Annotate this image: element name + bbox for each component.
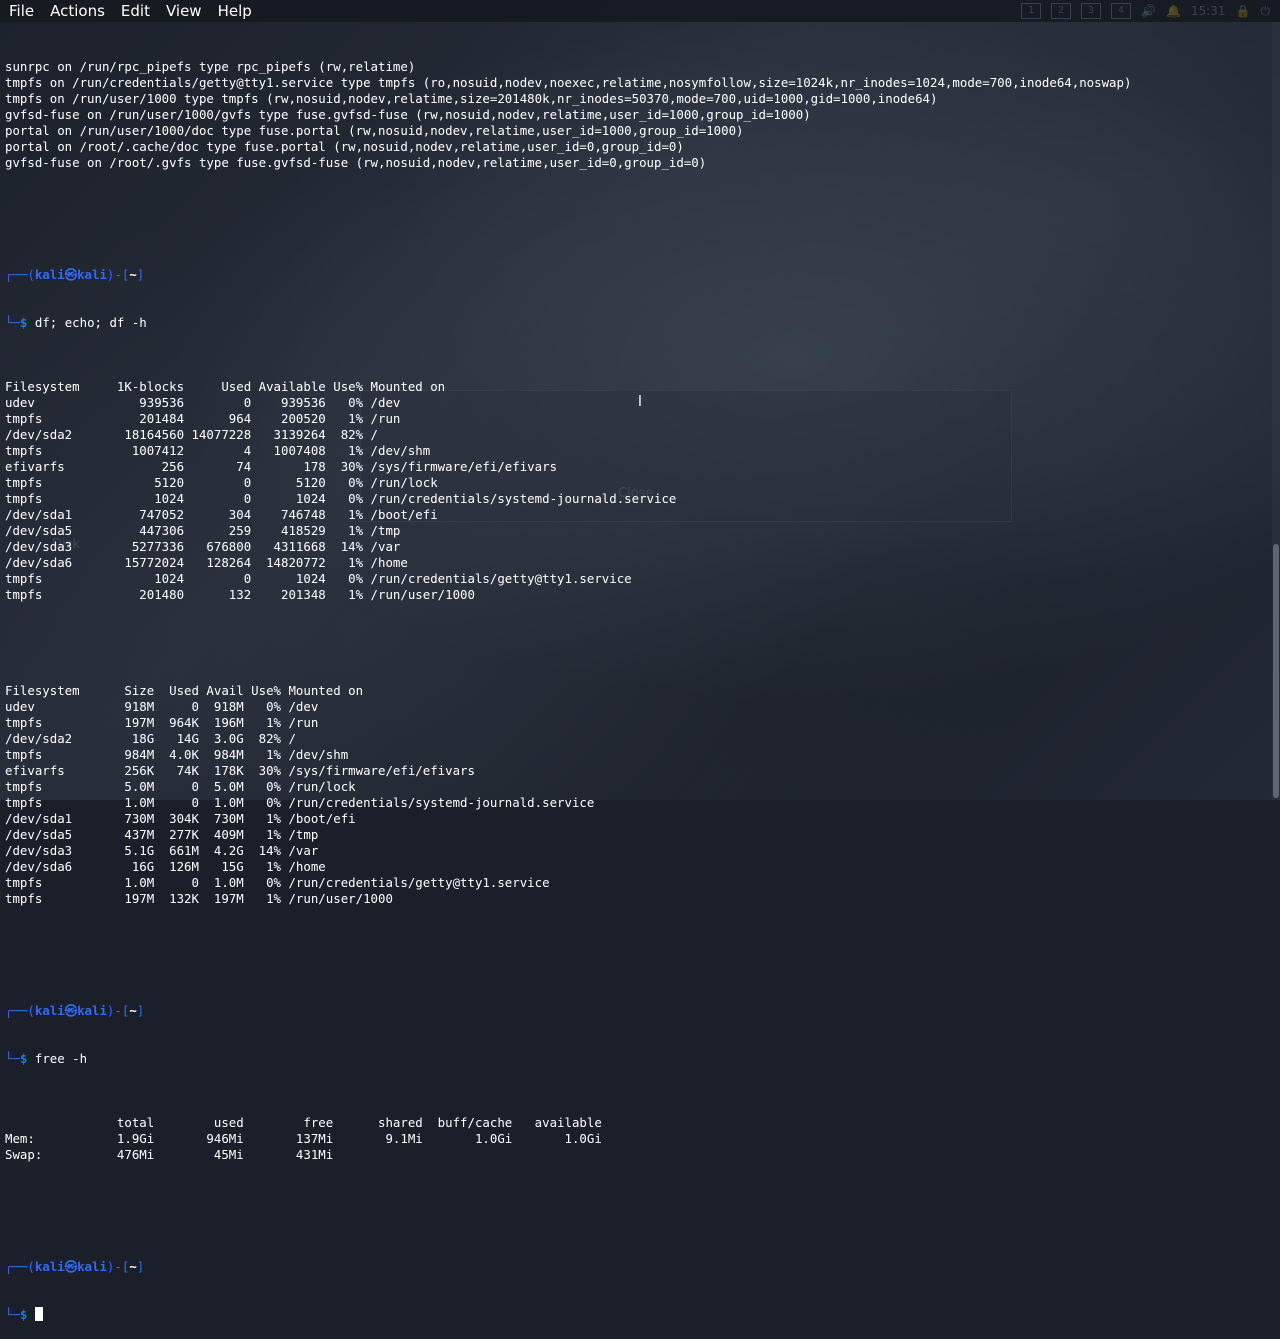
workspace-1[interactable]: 1 (1021, 3, 1042, 19)
free-output: total used free shared buff/cache availa… (5, 1115, 1265, 1163)
mount-line: portal on /run/user/1000/doc type fuse.p… (5, 123, 744, 138)
df-h-line: efivarfs 256K 74K 178K 30% /sys/firmware… (5, 763, 475, 778)
command-line-1: └─$ df; echo; df -h (5, 315, 147, 330)
df-h-line: Filesystem Size Used Avail Use% Mounted … (5, 683, 364, 698)
notification-bell-icon[interactable]: 🔔 (1166, 4, 1181, 18)
prompt-host: kali (77, 267, 107, 282)
mount-line: tmpfs on /run/user/1000 type tmpfs (rw,n… (5, 91, 938, 106)
workspace-4[interactable]: 4 (1111, 3, 1132, 19)
free-line: Swap: 476Mi 45Mi 431Mi (5, 1147, 334, 1162)
prompt-line-3: ┌──(kali㉿kali)-[~] (5, 1259, 145, 1274)
df-line: tmpfs 201480 132 201348 1% /run/user/100… (5, 587, 475, 602)
df-h-line: /dev/sda6 16G 126M 15G 1% /home (5, 859, 326, 874)
df-line: tmpfs 1024 0 1024 0% /run/credentials/sy… (5, 491, 677, 506)
df-line: /dev/sda2 18164560 14077228 3139264 82% … (5, 427, 378, 442)
command-line-2: └─$ free -h (5, 1051, 88, 1066)
df-h-line: /dev/sda5 437M 277K 409M 1% /tmp (5, 827, 319, 842)
lock-icon[interactable]: 🔒 (1236, 4, 1251, 18)
free-line: Mem: 1.9Gi 946Mi 137Mi 9.1Mi 1.0Gi 1.0Gi (5, 1131, 602, 1146)
menu-actions[interactable]: Actions (41, 0, 112, 22)
mount-line: sunrpc on /run/rpc_pipefs type rpc_pipef… (5, 59, 416, 74)
df-h-output: Filesystem Size Used Avail Use% Mounted … (5, 683, 1265, 907)
mount-line: tmpfs on /run/credentials/getty@tty1.ser… (5, 75, 1132, 90)
df-h-line: tmpfs 984M 4.0K 984M 1% /dev/shm (5, 747, 349, 762)
df-h-line: tmpfs 1.0M 0 1.0M 0% /run/credentials/sy… (5, 795, 595, 810)
df-line: tmpfs 1007412 4 1007408 1% /dev/shm (5, 443, 431, 458)
df-line: tmpfs 1024 0 1024 0% /run/credentials/ge… (5, 571, 632, 586)
terminal-scrollbar[interactable] (1272, 22, 1280, 800)
scrollbar-thumb[interactable] (1273, 544, 1279, 798)
df-line: efivarfs 256 74 178 30% /sys/firmware/ef… (5, 459, 558, 474)
df-h-line: /dev/sda1 730M 304K 730M 1% /boot/efi (5, 811, 356, 826)
df-line: /dev/sda3 5277336 676800 4311668 14% /va… (5, 539, 401, 554)
df-h-line: /dev/sda3 5.1G 661M 4.2G 14% /var (5, 843, 319, 858)
menu-file[interactable]: File (0, 0, 41, 22)
df-h-line: /dev/sda2 18G 14G 3.0G 82% / (5, 731, 296, 746)
mount-line: portal on /root/.cache/doc type fuse.por… (5, 139, 684, 154)
panel-clock[interactable]: 15:31 (1191, 4, 1226, 18)
prompt-line-2: ┌──(kali㉿kali)-[~] (5, 1003, 145, 1018)
workspace-3[interactable]: 3 (1081, 3, 1102, 19)
terminal-output[interactable]: sunrpc on /run/rpc_pipefs type rpc_pipef… (5, 27, 1265, 1339)
workspace-2[interactable]: 2 (1051, 3, 1072, 19)
panel-tray-ghost: 1 2 3 4 🔊 🔔 15:31 🔒 ⏻ (1021, 2, 1270, 20)
df-line: tmpfs 201484 964 200520 1% /run (5, 411, 401, 426)
prompt-path: ~ (129, 267, 137, 282)
command-text: free -h (34, 1051, 88, 1066)
menu-view[interactable]: View (157, 0, 209, 22)
command-text: df; echo; df -h (34, 315, 147, 330)
mount-line: gvfsd-fuse on /run/user/1000/gvfs type f… (5, 107, 811, 122)
df-h-line: tmpfs 197M 132K 197M 1% /run/user/1000 (5, 891, 393, 906)
text-cursor (34, 1307, 43, 1321)
df-h-line: tmpfs 1.0M 0 1.0M 0% /run/credentials/ge… (5, 875, 550, 890)
df-output: Filesystem 1K-blocks Used Available Use%… (5, 379, 1265, 603)
df-line: tmpfs 5120 0 5120 0% /run/lock (5, 475, 438, 490)
df-line: /dev/sda5 447306 259 418529 1% /tmp (5, 523, 401, 538)
df-line: /dev/sda6 15772024 128264 14820772 1% /h… (5, 555, 408, 570)
df-h-line: tmpfs 5.0M 0 5.0M 0% /run/lock (5, 779, 356, 794)
prompt-line-1: ┌──(kali㉿kali)-[~] (5, 267, 145, 282)
free-line: total used free shared buff/cache availa… (5, 1115, 602, 1130)
menu-edit[interactable]: Edit (112, 0, 157, 22)
mount-output: sunrpc on /run/rpc_pipefs type rpc_pipef… (5, 59, 1265, 171)
menu-help[interactable]: Help (209, 0, 259, 22)
df-h-line: tmpfs 197M 964K 196M 1% /run (5, 715, 319, 730)
volume-icon[interactable]: 🔊 (1141, 4, 1156, 18)
mount-line: gvfsd-fuse on /root/.gvfs type fuse.gvfs… (5, 155, 707, 170)
df-h-line: udev 918M 0 918M 0% /dev (5, 699, 319, 714)
df-line: /dev/sda1 747052 304 746748 1% /boot/efi (5, 507, 438, 522)
prompt-user: kali (34, 267, 65, 282)
active-command-line[interactable]: └─$ (5, 1307, 1265, 1323)
power-icon[interactable]: ⏻ (1261, 4, 1271, 19)
mouse-ibeam-cursor: I (637, 392, 643, 410)
